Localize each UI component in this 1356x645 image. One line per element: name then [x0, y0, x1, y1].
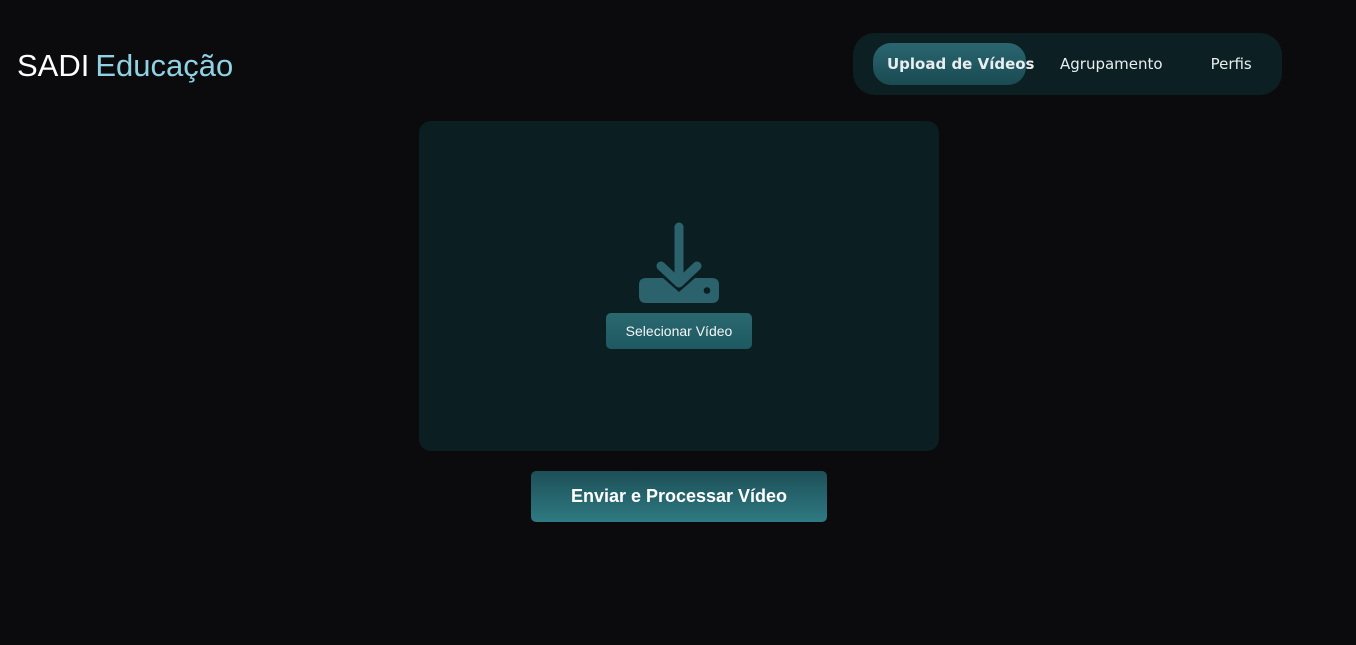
brand-name: SADI — [17, 48, 90, 83]
nav-tab-agrupamento[interactable]: Agrupamento — [1060, 43, 1163, 85]
select-video-button[interactable]: Selecionar Vídeo — [606, 313, 752, 349]
brand-subtitle: Educação — [95, 48, 234, 83]
brand-logo: SADI Educação — [17, 47, 233, 85]
nav-tab-perfis[interactable]: Perfis — [1211, 43, 1252, 85]
download-icon — [639, 222, 719, 303]
main-nav: Upload de Vídeos Agrupamento Perfis — [853, 33, 1282, 95]
submit-process-video-button[interactable]: Enviar e Processar Vídeo — [531, 471, 827, 522]
nav-tab-upload-videos[interactable]: Upload de Vídeos — [873, 43, 1034, 85]
app-root: SADI Educação Upload de Vídeos Agrupament… — [0, 0, 1356, 645]
